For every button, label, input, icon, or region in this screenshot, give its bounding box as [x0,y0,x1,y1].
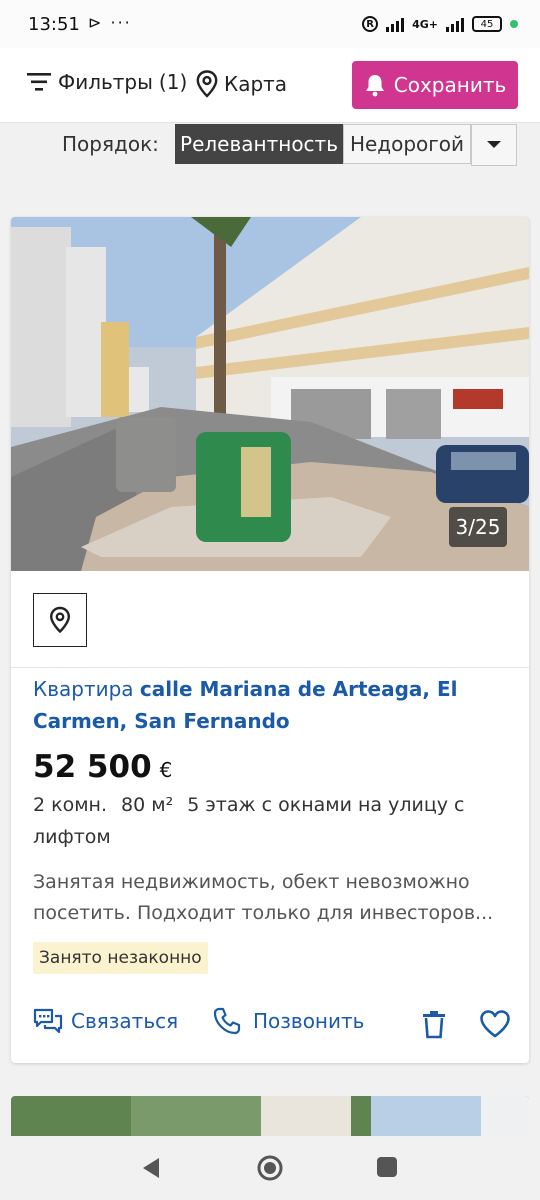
contact-button[interactable]: Связаться [33,1007,178,1035]
battery-icon: 45 [472,16,502,32]
sort-option-relevance[interactable]: Релевантность [175,124,343,164]
filters-button[interactable]: Фильтры (1) [26,70,187,94]
system-nav-bar [0,1136,540,1200]
price-currency: € [159,758,173,782]
save-search-button[interactable]: Сохранить [352,61,518,109]
card-divider [11,667,529,668]
heart-icon [480,1010,510,1038]
chat-icon [33,1008,63,1034]
detail-rooms: 2 комн. [33,794,108,816]
status-badge: Занято незаконно [33,942,208,974]
contact-label: Связаться [71,1009,179,1033]
registered-icon: R [362,16,379,32]
recent-apps-icon[interactable] [376,1156,398,1178]
next-listing-card[interactable] [11,1096,529,1136]
discard-button[interactable] [419,1009,449,1043]
network-type: 4G+ [412,17,438,31]
listing-title-link[interactable]: Квартира calle Mariana de Arteaga, El Ca… [33,673,503,737]
status-bar: 13:51 ⊳ ··· R 4G+ 45 [0,0,540,48]
save-label: Сохранить [393,73,507,97]
sort-label: Порядок: [62,132,159,156]
next-listing-photo[interactable] [11,1096,529,1136]
listing-price: 52 500 € [33,749,172,785]
signal-icon-2 [446,16,464,32]
status-dot [510,20,518,28]
listing-card[interactable]: 3/25 Квартира calle Mariana de Arteaga, … [11,217,529,1063]
favorite-button[interactable] [479,1009,511,1043]
chevron-down-icon [487,141,501,148]
home-icon[interactable] [256,1154,284,1182]
filters-label: Фильтры [58,70,153,94]
listing-description: Занятая недвижимость, обект невозможно п… [33,871,494,924]
bell-icon [365,75,384,97]
show-on-map-button[interactable] [33,593,87,647]
sort-row: Порядок: Релевантность Недорогой [0,122,540,170]
photo-counter: 3/25 [449,507,507,547]
detail-area: 80 м² [121,794,174,816]
trash-icon [423,1011,445,1039]
listing-details: 2 комн. 80 м² 5 этаж с окнами на улицу с л… [33,789,503,853]
call-label: Позвонить [253,1009,365,1033]
phone-icon [213,1007,241,1035]
filter-icon [27,73,51,91]
filters-count: (1) [158,70,188,94]
map-pin-icon [196,70,218,98]
map-button[interactable]: Карта [196,70,287,98]
status-notification-icons: ⊳ ··· [88,13,132,32]
status-right-icons: R 4G+ 45 [362,12,518,36]
signal-icon [386,16,405,32]
back-icon[interactable] [140,1156,162,1180]
top-toolbar: Фильтры (1) Карта Сохранить [0,48,540,123]
map-label: Карта [224,72,288,96]
location-pin-icon [49,606,71,634]
status-time: 13:51 [28,14,80,35]
sort-dropdown-button[interactable] [471,124,517,166]
price-value: 52 500 [33,749,152,785]
call-button[interactable]: Позвонить [213,1007,364,1035]
listing-type: Квартира [33,677,134,701]
sort-option-cheapest[interactable]: Недорогой [343,124,471,164]
